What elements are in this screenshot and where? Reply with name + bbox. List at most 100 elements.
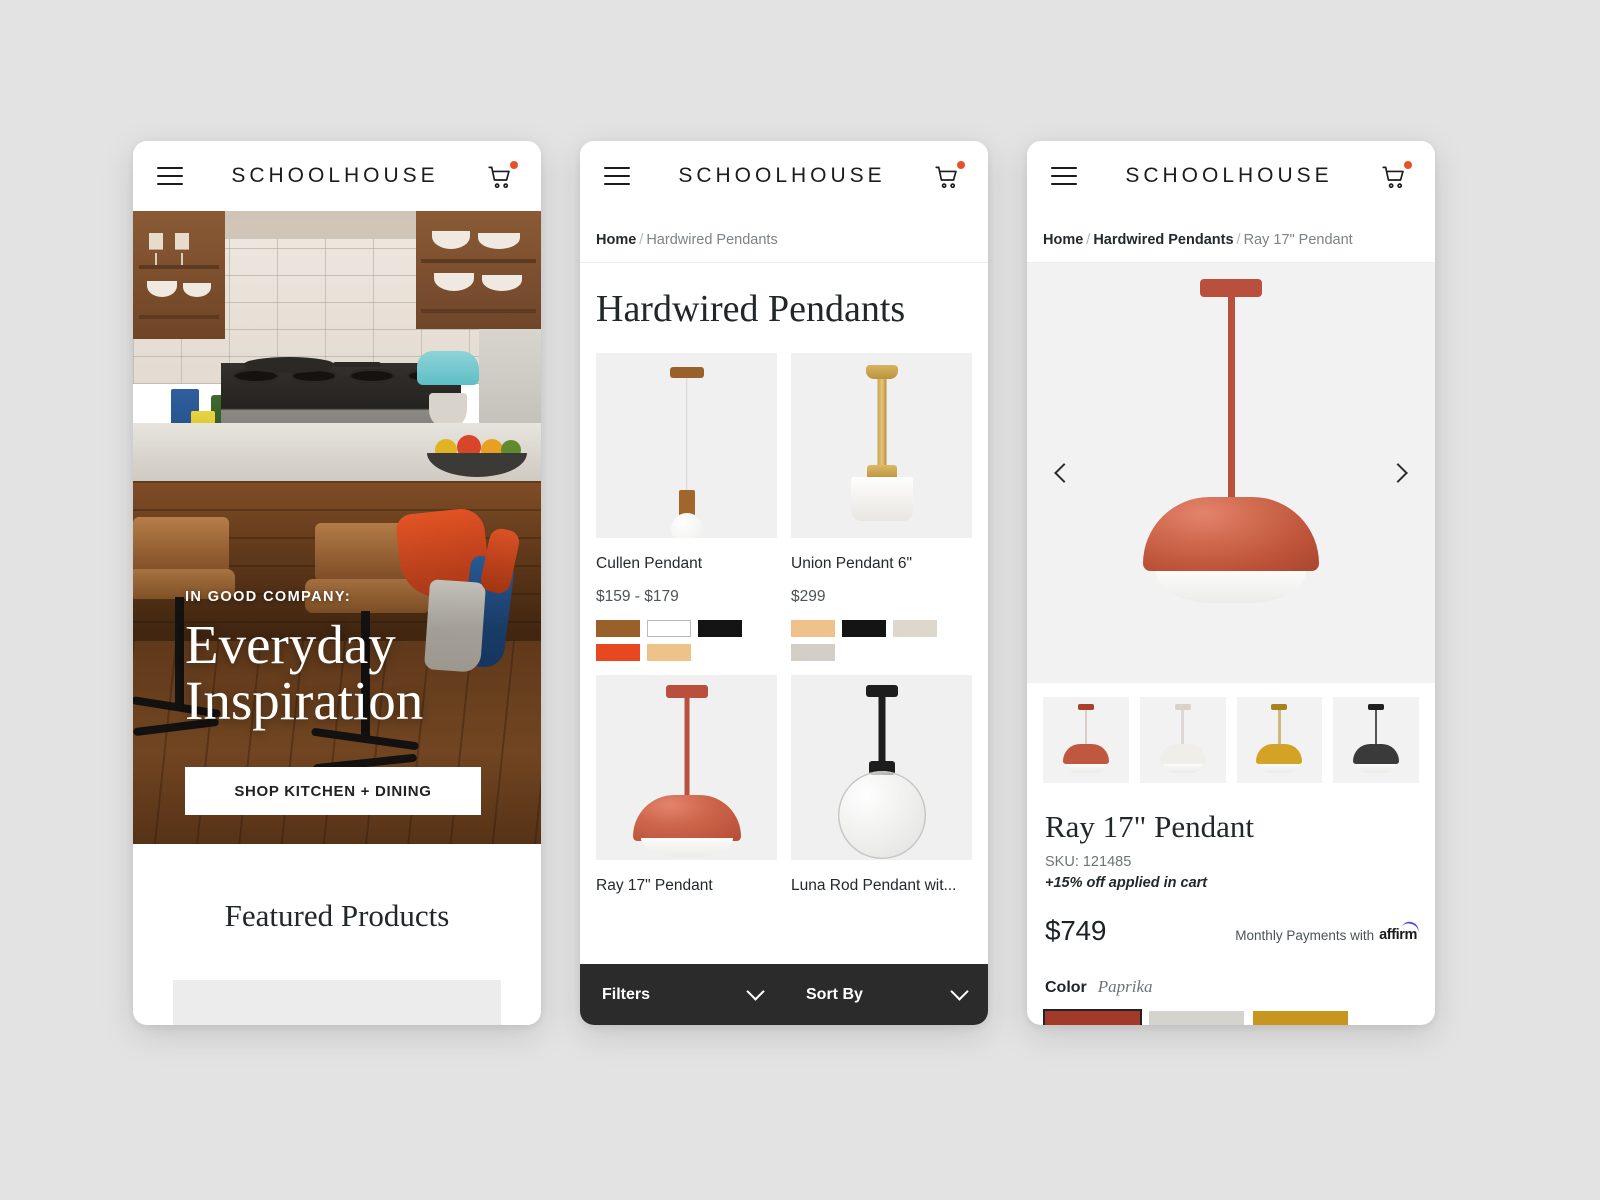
product-price: $749 [1045,915,1107,946]
featured-product-placeholder[interactable] [173,980,501,1025]
product-card[interactable]: Ray 17" Pendant [596,675,777,895]
hamburger-menu-icon[interactable] [157,167,183,185]
chevron-down-icon [950,982,969,1001]
hero-eyebrow: IN GOOD COMPANY: [185,589,352,605]
cart-badge-dot [1404,161,1412,169]
breadcrumb-category-link[interactable]: Hardwired Pendants [1093,232,1233,248]
screenshot-stage: SCHOOLHOUSE IN GOOD COMPANY: Everyday In… [0,0,1600,1200]
gallery-prev-button[interactable] [1047,456,1081,490]
phone-mockup-product: SCHOOLHOUSE Home / Hardwired Pendants / Ray … [1027,141,1435,1025]
swatch[interactable] [698,620,742,637]
swatch[interactable] [596,644,640,661]
product-name[interactable]: Union Pendant 6" [791,555,972,573]
product-sku: SKU: 121485 [1045,854,1132,870]
affirm-financing[interactable]: Monthly Payments with affirm [1235,919,1421,947]
gallery-thumbnail-paprika[interactable] [1043,697,1129,783]
chevron-right-icon [1388,463,1408,483]
financing-label: Monthly Payments with [1235,927,1375,943]
product-name[interactable]: Luna Rod Pendant wit... [791,877,972,895]
swatch[interactable] [647,620,691,637]
hero-copy: IN GOOD COMPANY: Everyday Inspiration [185,589,497,729]
product-promo-note: +15% off applied in cart [1045,875,1208,891]
product-image-luna[interactable] [791,675,972,860]
filter-sort-bar: Filters Sort By [580,964,988,1025]
swatch[interactable] [893,620,937,637]
site-header-plp: SCHOOLHOUSE [580,141,988,211]
gallery-thumbnail-black[interactable] [1333,697,1419,783]
product-price: $159 - $179 [596,588,679,605]
phone-mockup-category: SCHOOLHOUSE Home / Hardwired Pendants Hard… [580,141,988,1025]
sort-by-button[interactable]: Sort By [784,982,988,1004]
chevron-down-icon [746,982,765,1001]
price-row: $749 Monthly Payments with affirm [1045,915,1421,947]
shopping-cart-icon[interactable] [1381,161,1412,191]
product-image-cullen[interactable] [596,353,777,538]
product-gallery[interactable] [1027,263,1435,683]
breadcrumb-separator: / [1236,232,1241,248]
product-price: $299 [791,588,826,605]
breadcrumb-current: Ray 17" Pendant [1243,232,1353,248]
cart-badge-dot [510,161,518,169]
featured-products-title: Featured Products [224,898,450,933]
color-label: Color [1045,979,1087,996]
product-image-ray[interactable] [596,675,777,860]
site-header-pdp: SCHOOLHOUSE [1027,141,1435,211]
gallery-thumbnail-strip [1027,683,1435,783]
sort-by-label: Sort By [806,985,863,1003]
filters-label: Filters [602,985,651,1003]
phone-mockup-home: SCHOOLHOUSE IN GOOD COMPANY: Everyday In… [133,141,541,1025]
product-info: Ray 17" Pendant SKU: 121485 +15% off app… [1027,783,1435,1025]
swatch[interactable] [647,644,691,661]
product-grid: Cullen Pendant $159 - $179 Union Pendant… [580,353,988,895]
swatch[interactable] [791,620,835,637]
product-card[interactable]: Cullen Pendant $159 - $179 [596,353,777,661]
brand-logo[interactable]: SCHOOLHOUSE [678,164,885,188]
breadcrumb-separator: / [1086,232,1091,248]
color-swatch-list [1045,1011,1417,1025]
color-swatch-paprika[interactable] [1045,1011,1140,1025]
brand-logo[interactable]: SCHOOLHOUSE [231,164,438,188]
hero-banner[interactable]: IN GOOD COMPANY: Everyday Inspiration SH… [133,211,541,844]
filters-button[interactable]: Filters [580,982,784,1004]
color-selector-header: Color Paprika [1045,977,1417,997]
hamburger-menu-icon[interactable] [604,167,630,185]
breadcrumb-current: Hardwired Pendants [646,232,778,248]
color-swatch-ochre[interactable] [1253,1011,1348,1025]
chevron-left-icon [1054,463,1074,483]
product-hero-image [1143,279,1319,603]
shopping-cart-icon[interactable] [934,161,965,191]
site-header-home: SCHOOLHOUSE [133,141,541,211]
product-swatch-row [596,620,777,661]
product-name[interactable]: Cullen Pendant [596,555,777,573]
shopping-cart-icon[interactable] [487,161,518,191]
shop-kitchen-dining-button[interactable]: SHOP KITCHEN + DINING [185,767,481,815]
breadcrumb-plp: Home / Hardwired Pendants [580,211,988,263]
cart-badge-dot [957,161,965,169]
hero-headline-line1: Everyday [185,614,396,675]
swatch[interactable] [791,644,835,661]
gallery-thumbnail-white[interactable] [1139,697,1226,783]
breadcrumb-home-link[interactable]: Home [1043,232,1083,248]
hamburger-menu-icon[interactable] [1051,167,1077,185]
product-card[interactable]: Union Pendant 6" $299 [791,353,972,661]
hero-headline-line2: Inspiration [185,670,424,731]
hero-kitchen-photo [133,211,541,844]
breadcrumb-home-link[interactable]: Home [596,232,636,248]
product-swatch-row [791,620,972,661]
breadcrumb-separator: / [639,232,644,248]
gallery-next-button[interactable] [1381,456,1415,490]
swatch[interactable] [596,620,640,637]
breadcrumb-pdp: Home / Hardwired Pendants / Ray 17" Pendant [1027,211,1435,263]
color-swatch-bone[interactable] [1149,1011,1244,1025]
product-card[interactable]: Luna Rod Pendant wit... [791,675,972,895]
product-title: Ray 17" Pendant [1045,809,1254,844]
gallery-thumbnail-ochre[interactable] [1236,697,1323,783]
product-name[interactable]: Ray 17" Pendant [596,877,777,895]
brand-logo[interactable]: SCHOOLHOUSE [1125,164,1332,188]
featured-products-section: Featured Products [133,844,541,1025]
swatch[interactable] [842,620,886,637]
color-selected-value: Paprika [1097,977,1153,996]
page-title: Hardwired Pendants [596,288,906,330]
affirm-logo: affirm [1379,919,1421,943]
product-image-union[interactable] [791,353,972,538]
